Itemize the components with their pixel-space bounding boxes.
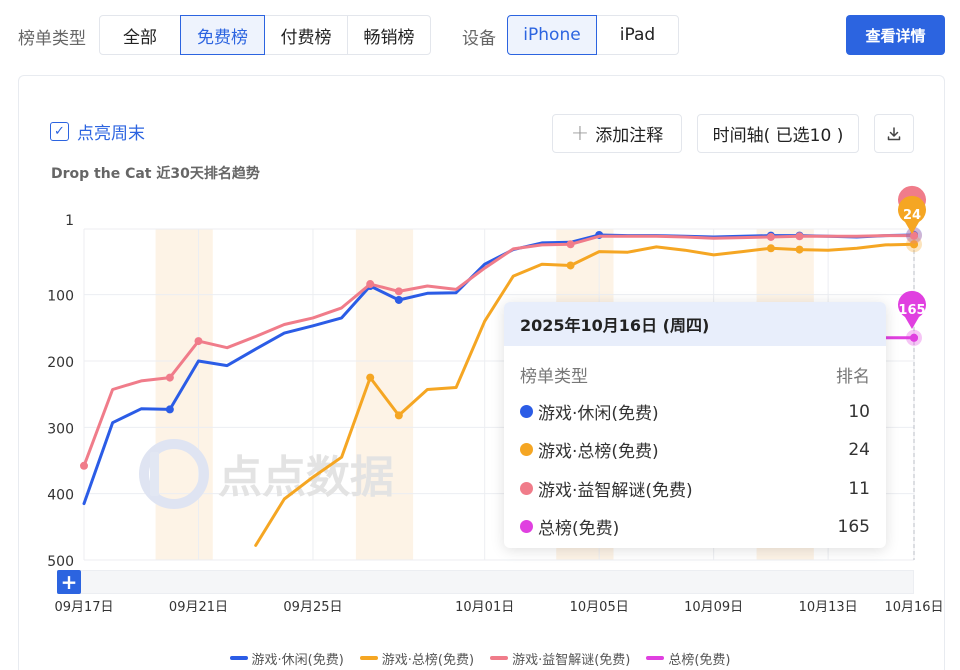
tooltip-col-type: 榜单类型 xyxy=(520,367,588,387)
y-tick-label: 500 xyxy=(47,554,74,570)
legend-swatch xyxy=(359,656,378,660)
legend-item[interactable]: 游戏·休闲(免费) xyxy=(229,648,344,668)
tooltip-row-rank: 11 xyxy=(848,478,870,499)
series-point xyxy=(165,405,174,414)
tooltip-date: 2025年10月16日 (周四) xyxy=(504,302,886,346)
x-tick-label: 10月01日 xyxy=(455,600,514,615)
legend-item[interactable]: 总榜(免费) xyxy=(646,648,731,668)
y-tick-label: 100 xyxy=(47,289,74,305)
y-tick-label: 300 xyxy=(47,421,74,437)
series-active-point xyxy=(910,231,918,240)
x-tick-label: 09月25日 xyxy=(283,600,342,615)
tooltip-row-name: 游戏·益智解谜(免费) xyxy=(538,481,693,501)
weekend-band xyxy=(155,229,213,560)
tooltip-row: 游戏·休闲(免费) 10 xyxy=(520,399,870,424)
series-point xyxy=(80,461,88,470)
y-tick-label: 200 xyxy=(47,355,74,371)
series-active-point xyxy=(910,333,918,342)
x-tick-label: 10月16日 xyxy=(884,600,943,615)
x-tick-label: 09月17日 xyxy=(54,600,113,615)
series-point xyxy=(366,280,375,289)
legend-swatch xyxy=(490,656,509,660)
rank-pin-label: 24 xyxy=(903,208,921,223)
series-point xyxy=(366,373,375,382)
watermark-logo-bar xyxy=(150,452,159,496)
series-dot-icon xyxy=(520,443,533,456)
tooltip-row-rank: 24 xyxy=(848,439,870,460)
series-point xyxy=(165,373,174,382)
series-point xyxy=(566,240,575,249)
legend-label: 游戏·总榜(免费) xyxy=(381,652,475,668)
y-tick-label: 1 xyxy=(65,213,74,229)
series-point xyxy=(394,287,403,296)
series-dot-icon xyxy=(520,405,533,418)
y-tick-label: 400 xyxy=(47,488,74,504)
x-tick-label: 09月21日 xyxy=(169,600,228,615)
tooltip-row-rank: 10 xyxy=(848,401,870,422)
list-type-free[interactable]: 免费榜 xyxy=(180,15,265,55)
x-tick-label: 10月05日 xyxy=(570,600,629,615)
series-point xyxy=(795,232,804,241)
watermark-text: 点点数据 xyxy=(218,452,394,503)
x-tick-label: 10月13日 xyxy=(799,600,858,615)
plus-icon: + xyxy=(60,570,78,594)
series-point xyxy=(566,261,575,270)
x-tick-label: 10月09日 xyxy=(684,600,743,615)
range-scroller-track[interactable] xyxy=(57,570,914,594)
tooltip-row: 游戏·益智解谜(免费) 11 xyxy=(520,476,870,501)
tooltip-col-rank: 排名 xyxy=(836,367,870,387)
chart-tooltip: 2025年10月16日 (周四) 榜单类型 排名 游戏·休闲(免费) 10 游戏… xyxy=(504,302,886,548)
device-iphone[interactable]: iPhone xyxy=(507,15,597,55)
series-point xyxy=(766,244,775,253)
series-dot-icon xyxy=(520,482,533,495)
tooltip-header-row: 榜单类型 排名 xyxy=(520,362,870,387)
series-point xyxy=(795,245,804,254)
tooltip-row-name: 总榜(免费) xyxy=(538,519,620,539)
tooltip-row: 总榜(免费) 165 xyxy=(520,514,870,539)
legend-item[interactable]: 游戏·益智解谜(免费) xyxy=(490,648,630,668)
series-dot-icon xyxy=(520,520,533,533)
tooltip-row-name: 游戏·休闲(免费) xyxy=(538,404,659,424)
rank-pin-label: 165 xyxy=(898,303,925,318)
tooltip-row-rank: 165 xyxy=(837,516,870,537)
chart-legend: 游戏·休闲(免费) 游戏·总榜(免费) 游戏·益智解谜(免费) 总榜(免费) xyxy=(0,648,960,668)
series-point xyxy=(194,337,203,346)
range-scroller-handle[interactable]: + xyxy=(57,570,81,594)
series-point xyxy=(394,411,403,420)
legend-label: 总榜(免费) xyxy=(668,652,731,668)
tooltip-row: 游戏·总榜(免费) 24 xyxy=(520,437,870,462)
legend-item[interactable]: 游戏·总榜(免费) xyxy=(359,648,475,668)
legend-swatch xyxy=(229,656,248,660)
legend-label: 游戏·益智解谜(免费) xyxy=(512,652,631,668)
legend-label: 游戏·休闲(免费) xyxy=(251,652,344,668)
series-point xyxy=(766,232,775,241)
legend-swatch xyxy=(646,656,665,660)
tooltip-row-name: 游戏·总榜(免费) xyxy=(538,442,659,462)
series-point xyxy=(394,295,403,304)
